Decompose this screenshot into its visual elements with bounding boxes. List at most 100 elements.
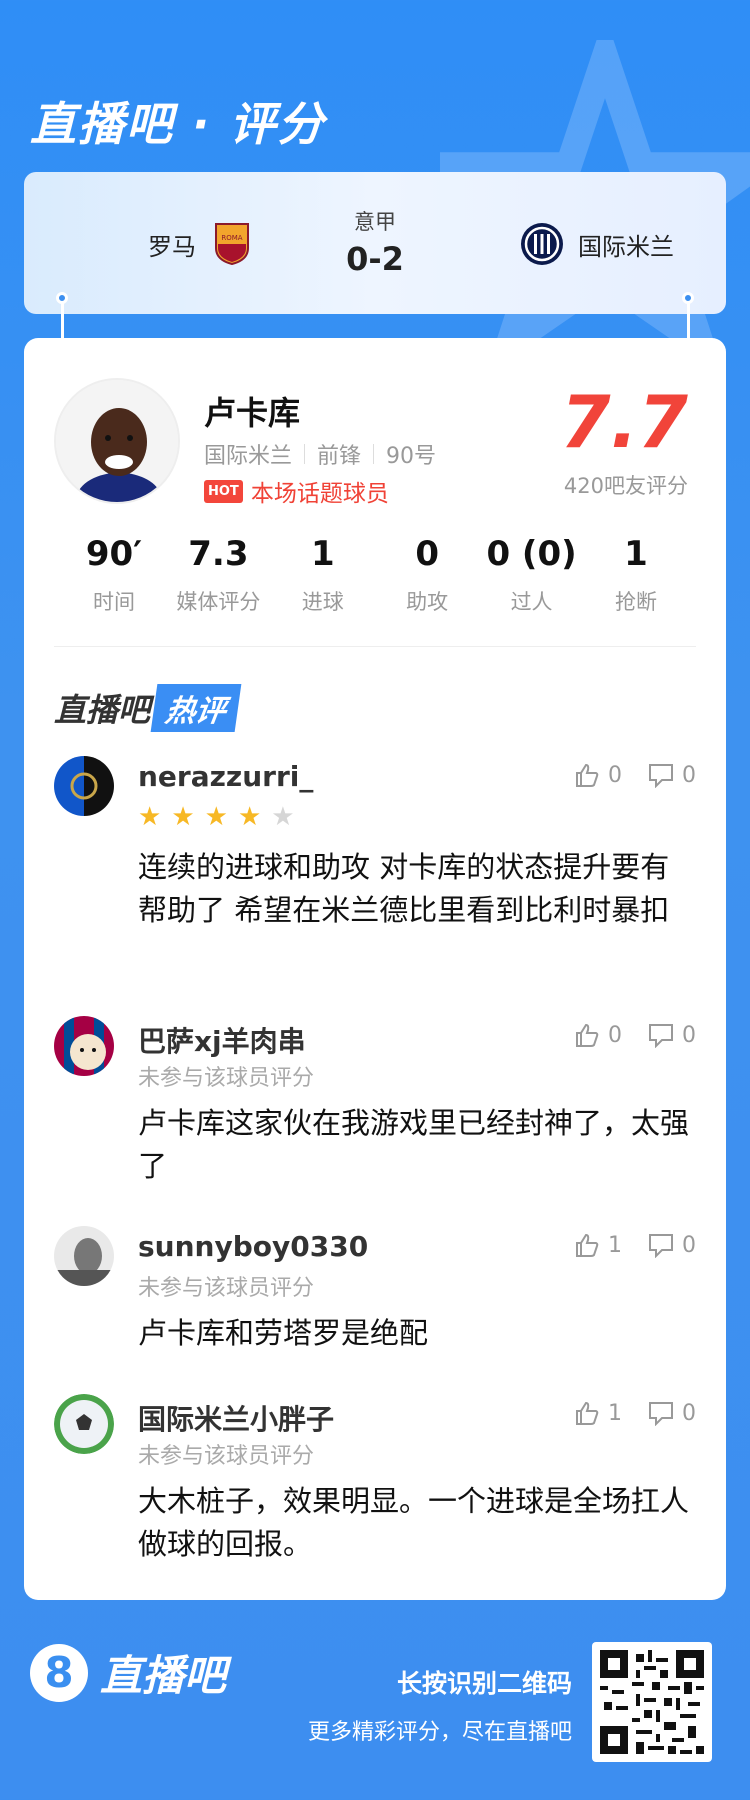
comment-actions: 0 0	[574, 1022, 696, 1048]
like-button[interactable]: 1	[574, 1232, 622, 1258]
reply-button[interactable]: 0	[648, 1400, 696, 1426]
player-avatar	[54, 378, 180, 504]
inter-crest-icon	[521, 223, 563, 265]
match-card: 罗马 ROMA 意甲 0-2 国际米兰	[24, 172, 726, 314]
comment-icon	[649, 1402, 673, 1426]
logo-icon: 8	[30, 1643, 88, 1702]
comment-item: 巴萨xj羊肉串 未参与该球员评分 0 0 卢卡库这家伙在我游戏里已经封神了，太强…	[54, 1016, 696, 1183]
stat-value: 0	[415, 534, 439, 574]
like-button[interactable]: 0	[574, 1022, 622, 1048]
like-count: 1	[608, 1232, 622, 1258]
thumbs-up-icon	[576, 1023, 599, 1047]
comment-item: 国际米兰小胖子 未参与该球员评分 1 0 大木桩子，效果明显。一个进球是全场扛人…	[54, 1394, 696, 1564]
away-team-name: 国际米兰	[578, 232, 674, 261]
user-avatar[interactable]	[54, 1394, 114, 1454]
like-button[interactable]: 1	[574, 1400, 622, 1426]
comment-username[interactable]: 国际米兰小胖子	[138, 1398, 334, 1438]
reply-count: 0	[682, 1232, 696, 1258]
like-button[interactable]: 0	[574, 762, 622, 788]
like-count: 0	[608, 762, 622, 788]
comment-text: 卢卡库和劳塔罗是绝配	[138, 1316, 429, 1350]
reply-button[interactable]: 0	[648, 1022, 696, 1048]
player-team: 国际米兰	[204, 444, 293, 469]
comment-username[interactable]: nerazzurri_	[138, 760, 313, 793]
hot-player-label: 本场话题球员	[250, 481, 389, 507]
comment-actions: 1 0	[574, 1232, 696, 1258]
stat-label: 抢断	[614, 590, 657, 614]
thumbs-up-icon	[576, 1233, 599, 1257]
reply-count: 0	[682, 1400, 696, 1426]
hot-badge: HOT	[204, 479, 243, 503]
footer-logo: 8 直播吧	[30, 1642, 226, 1703]
divider	[54, 646, 696, 647]
comment-rating-stars: ★ ★ ★ ★ ★	[138, 802, 295, 832]
qr-subtext: 更多精彩评分，尽在直播吧	[307, 1720, 572, 1745]
star-icon: ★	[204, 802, 228, 832]
comment-rating-note: 未参与该球员评分	[138, 1066, 315, 1091]
thumbs-up-icon	[576, 1401, 599, 1425]
hot-comments-tag: 热评	[150, 684, 242, 732]
user-avatar[interactable]	[54, 1016, 114, 1076]
comment-text: 卢卡库这家伙在我游戏里已经封神了，太强了	[138, 1106, 690, 1183]
qr-code-icon	[600, 1650, 704, 1754]
stat-minutes: 90′ 时间	[64, 534, 164, 616]
away-team: 国际米兰	[520, 222, 674, 266]
user-avatar[interactable]	[54, 1226, 114, 1286]
player-name: 卢卡库	[204, 394, 301, 432]
comment-actions: 1 0	[574, 1400, 696, 1426]
star-empty-icon: ★	[271, 802, 295, 832]
comment-icon	[649, 1024, 673, 1048]
comment-icon	[649, 764, 673, 788]
comment-text: 大木桩子，效果明显。一个进球是全场扛人做球的回报。	[138, 1484, 690, 1561]
comment-actions: 0 0	[574, 762, 696, 788]
player-stats: 90′ 时间 7.3 媒体评分 1 进球 0 助攻 0 (0) 过人 1 抢断	[64, 534, 686, 616]
stat-value: 0 (0)	[486, 534, 577, 574]
stat-value: 90′	[85, 534, 143, 574]
stat-value: 1	[310, 534, 335, 574]
stat-value: 7.3	[188, 534, 249, 574]
comment-icon	[649, 1234, 673, 1258]
player-rating-card: 卢卡库 国际米兰 前锋 90号 HOT 本场话题球员 7.7 420吧友评分 9…	[24, 338, 726, 1600]
qr-hint: 长按识别二维码	[396, 1669, 572, 1698]
qr-code[interactable]	[592, 1642, 712, 1762]
stat-value: 1	[624, 534, 648, 574]
comment-username[interactable]: sunnyboy0330	[138, 1230, 368, 1263]
stat-media-rating: 7.3 媒体评分	[168, 534, 268, 616]
stat-assists: 0 助攻	[377, 534, 477, 616]
reply-count: 0	[682, 762, 696, 788]
like-count: 0	[608, 1022, 622, 1048]
stat-dribbles: 0 (0) 过人	[482, 534, 582, 616]
stat-label: 助攻	[406, 590, 449, 614]
hot-player-tag: HOT 本场话题球员	[204, 474, 389, 508]
logo-text: 直播吧	[100, 1651, 227, 1700]
hot-comments-title: 直播吧 热评	[54, 684, 242, 732]
stat-label: 进球	[301, 590, 344, 614]
brand-title: 直播吧 · 评分	[30, 97, 326, 151]
reply-count: 0	[682, 1022, 696, 1048]
player-meta: 国际米兰 前锋 90号	[204, 438, 436, 470]
thumbs-up-icon	[576, 763, 599, 787]
like-count: 1	[608, 1400, 622, 1426]
stat-label: 媒体评分	[176, 590, 261, 614]
stat-goals: 1 进球	[273, 534, 373, 616]
player-number: 90号	[386, 444, 437, 469]
reply-button[interactable]: 0	[648, 762, 696, 788]
stat-label: 过人	[510, 590, 553, 614]
star-icon: ★	[237, 802, 262, 832]
reply-button[interactable]: 0	[648, 1232, 696, 1258]
stat-tackles: 1 抢断	[586, 534, 686, 616]
comment-username[interactable]: 巴萨xj羊肉串	[138, 1020, 306, 1060]
comment-rating-note: 未参与该球员评分	[138, 1276, 315, 1301]
comment-text: 连续的进球和助攻 对卡库的状态提升要有帮助了 希望在米兰德比里看到比利时暴扣	[138, 850, 670, 927]
user-avatar[interactable]	[54, 756, 114, 816]
comment-item: nerazzurri_ ★ ★ ★ ★ ★ 0 0 连续的进球和助攻 对卡库的状…	[54, 756, 696, 966]
star-icon: ★	[138, 802, 162, 832]
player-position: 前锋	[317, 444, 362, 469]
stat-label: 时间	[93, 590, 135, 614]
comment-rating-note: 未参与该球员评分	[138, 1444, 315, 1469]
fan-score: 7.7	[560, 380, 688, 464]
comment-item: sunnyboy0330 未参与该球员评分 1 0 卢卡库和劳塔罗是绝配	[54, 1226, 696, 1350]
star-icon: ★	[171, 802, 195, 832]
rating-count: 420吧友评分	[563, 474, 688, 498]
hot-comments-brand: 直播吧	[54, 691, 151, 729]
